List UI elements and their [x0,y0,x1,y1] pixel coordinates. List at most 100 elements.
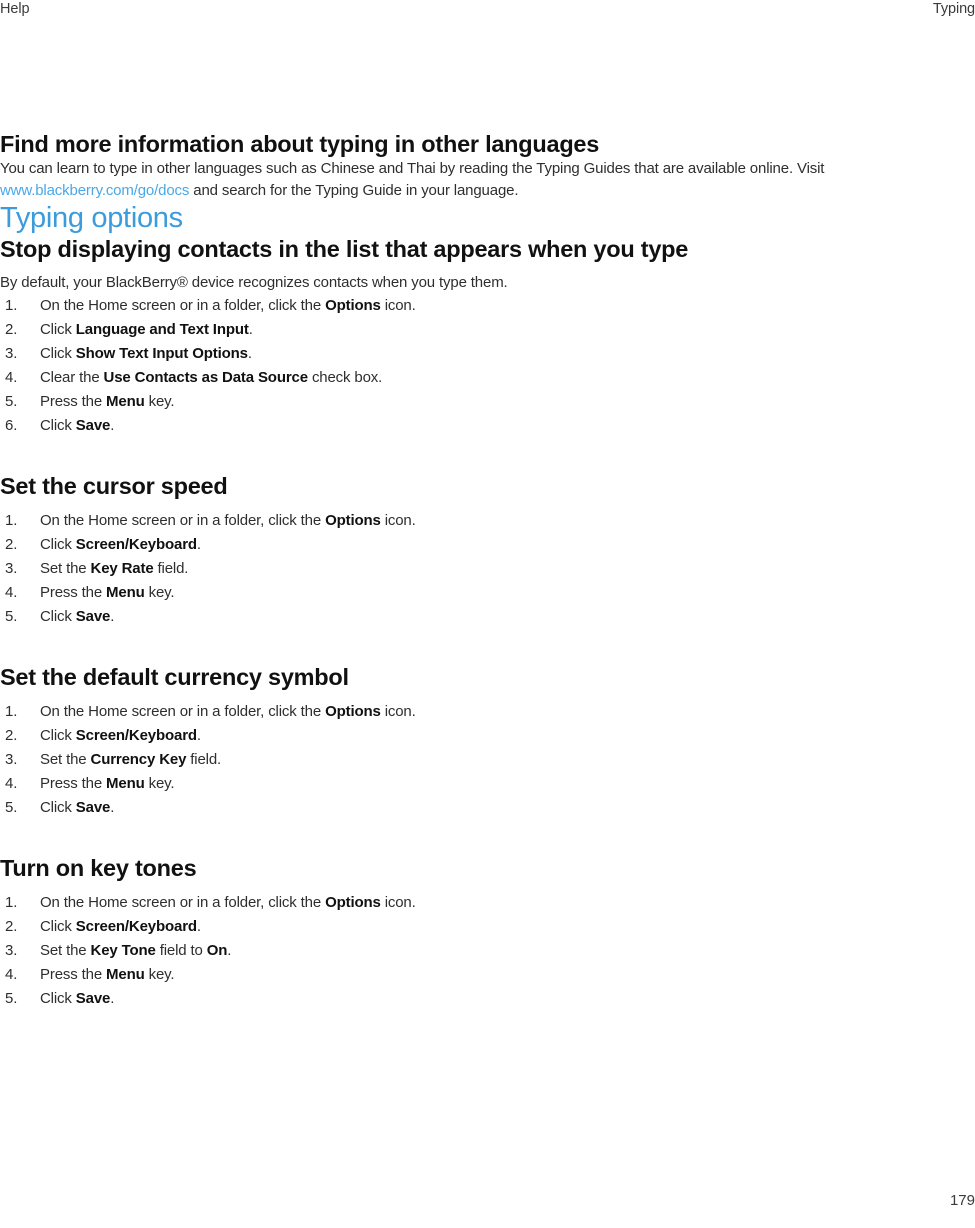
step-item: Set the Key Rate field. [0,557,900,581]
step-text: Set the [40,559,91,577]
document-page: Help Typing Find more information about … [0,0,975,1228]
step-text: . [110,989,115,1007]
ui-term: Options [325,893,381,911]
steps-list: On the Home screen or in a folder, click… [0,294,900,438]
ui-term: Language and Text Input [75,320,249,338]
step-text: key. [144,583,175,601]
step-item: Click Screen/Keyboard. [0,724,900,748]
step-item: On the Home screen or in a folder, click… [0,891,900,915]
step-text: On the Home screen or in a folder, click… [40,893,326,911]
step-item: Clear the Use Contacts as Data Source ch… [0,366,900,390]
topic-paragraph: You can learn to type in other languages… [0,158,890,201]
step-text: field. [153,559,189,577]
step-item: Press the Menu key. [0,390,900,414]
step-text: . [227,941,232,959]
step-text: On the Home screen or in a folder, click… [40,702,326,720]
step-text: icon. [380,511,416,529]
steps-list: On the Home screen or in a folder, click… [0,700,900,820]
topic-heading: Set the default currency symbol [0,663,349,690]
step-item: Press the Menu key. [0,581,900,605]
running-header-right: Typing [932,1,975,17]
step-text: Click [40,989,76,1007]
step-text: Click [40,416,76,434]
step-text: . [196,535,201,553]
step-text: key. [144,392,175,410]
paragraph-text-before-link: You can learn to type in other languages… [0,160,825,177]
ui-term: Menu [106,965,145,983]
topic-heading: Turn on key tones [0,854,197,881]
step-text: key. [144,965,175,983]
step-text: . [196,917,201,935]
step-text: key. [144,774,175,792]
ui-term: Save [75,416,111,434]
topic-block: Set the cursor speed On the Home screen o… [0,472,900,629]
step-text: . [248,320,253,338]
paragraph-text-after-link: and search for the Typing Guide in your … [189,181,519,199]
topic-block: Set the default currency symbol On the Ho… [0,663,900,820]
ui-term: Show Text Input Options [75,344,248,362]
step-text: Click [40,798,76,816]
step-text: Click [40,607,76,625]
running-header: Help Typing [0,0,975,22]
step-text: field. [186,750,222,768]
step-text: Press the [40,392,107,410]
step-text: Set the [40,750,91,768]
step-item: On the Home screen or in a folder, click… [0,700,900,724]
step-item: Set the Key Tone field to On. [0,939,900,963]
page-number: 179 [949,1192,975,1209]
ui-term: Use Contacts as Data Source [103,368,309,386]
step-text: On the Home screen or in a folder, click… [40,296,326,314]
step-item: Set the Currency Key field. [0,748,900,772]
step-text: Click [40,535,76,553]
step-text: Set the [40,941,91,959]
step-text: Press the [40,965,107,983]
step-text: On the Home screen or in a folder, click… [40,511,326,529]
step-item: Click Screen/Keyboard. [0,915,900,939]
ui-term: Options [325,296,381,314]
step-item: Click Save. [0,796,900,820]
step-text: Press the [40,583,107,601]
step-item: Click Language and Text Input. [0,318,900,342]
ui-term: Options [325,702,381,720]
step-item: Click Save. [0,987,900,1011]
step-item: Click Save. [0,605,900,629]
ui-term: Screen/Keyboard [75,726,197,744]
step-text: . [196,726,201,744]
step-item: Click Save. [0,414,900,438]
ui-term: Menu [106,392,145,410]
step-text: icon. [380,296,416,314]
step-item: Click Screen/Keyboard. [0,533,900,557]
ui-term: Currency Key [90,750,187,768]
step-text: . [110,607,115,625]
topic-heading: Find more information about typing in ot… [0,131,600,157]
running-header-left: Help [0,1,30,17]
ui-term: Key Tone [90,941,156,959]
step-text: . [110,798,115,816]
step-item: On the Home screen or in a folder, click… [0,509,900,533]
step-item: On the Home screen or in a folder, click… [0,294,900,318]
ui-term: Options [325,511,381,529]
step-text: Click [40,726,76,744]
step-text: Clear the [40,368,104,386]
step-text: . [247,344,252,362]
topic-heading: Stop displaying contacts in the list tha… [0,236,689,262]
ui-term: Save [75,798,111,816]
step-text: Click [40,917,76,935]
step-text: Click [40,344,76,362]
step-item: Press the Menu key. [0,963,900,987]
topic-block: Stop displaying contacts in the list tha… [0,235,900,438]
ui-term: Screen/Keyboard [75,917,197,935]
blackberry-docs-link[interactable]: www.blackberry.com/go/docs [0,182,189,199]
ui-term: Menu [106,774,145,792]
step-text: . [110,416,115,434]
step-item: Press the Menu key. [0,772,900,796]
ui-term: On [206,941,228,959]
step-text: check box. [307,368,383,386]
